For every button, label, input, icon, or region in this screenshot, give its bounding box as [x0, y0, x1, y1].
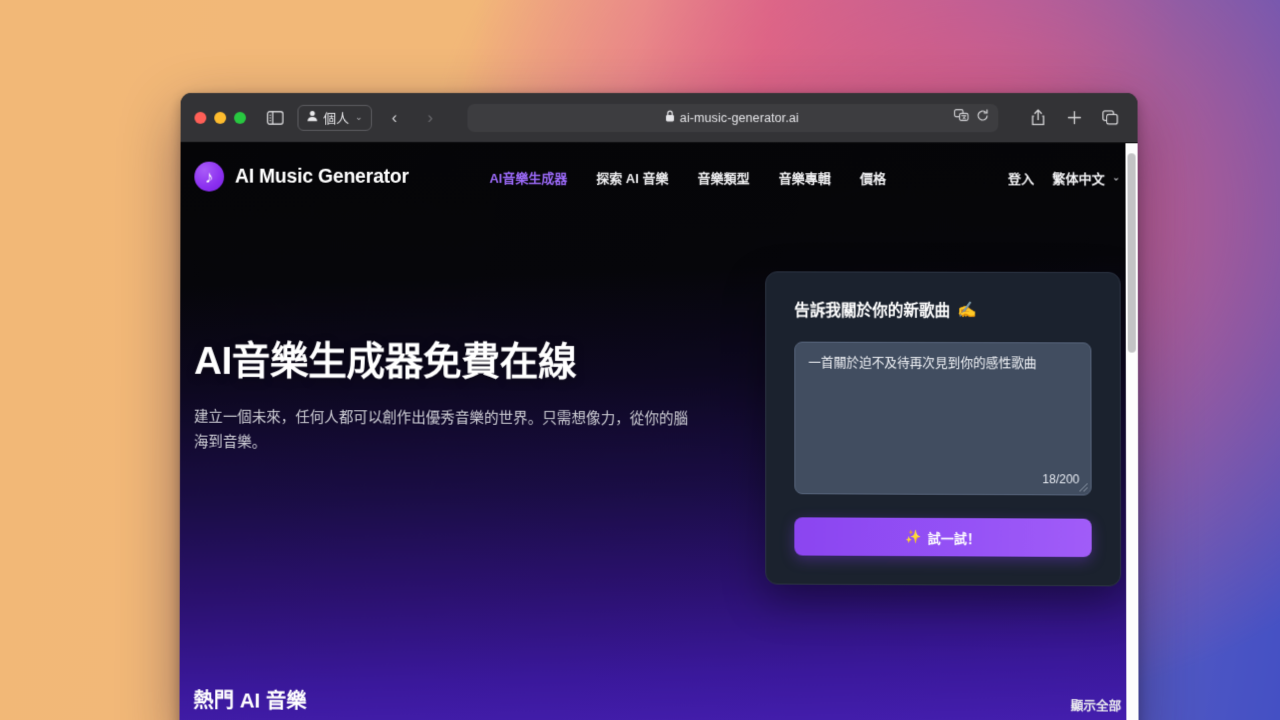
brand-logo[interactable]: ♪ AI Music Generator: [194, 162, 409, 192]
window-controls: [194, 111, 246, 123]
music-note-icon: ♪: [194, 162, 224, 192]
translate-icon[interactable]: [954, 109, 969, 127]
lock-icon: [665, 109, 675, 127]
nav-item-genres[interactable]: 音樂類型: [697, 168, 749, 187]
share-icon[interactable]: [1024, 106, 1050, 130]
sparkles-icon: ✨: [905, 529, 921, 545]
hero-copy: AI音樂生成器免費在線 建立一個未來，任何人都可以創作出優秀音樂的世界。只需想像…: [194, 270, 712, 584]
profile-switcher-button[interactable]: 個人 ⌄: [297, 104, 371, 130]
reload-icon[interactable]: [976, 109, 989, 127]
back-button[interactable]: ‹: [381, 104, 407, 130]
nav-item-explore[interactable]: 探索 AI 音樂: [596, 167, 668, 186]
url-text: ai-music-generator.ai: [680, 111, 799, 125]
scrollbar-thumb[interactable]: [1128, 153, 1136, 352]
language-switcher[interactable]: 繁体中文 ⌄: [1052, 168, 1120, 187]
maximize-window-button[interactable]: [234, 111, 246, 123]
browser-titlebar: 個人 ⌄ ‹ › ai-music-generator.ai: [181, 93, 1138, 143]
browser-window: 個人 ⌄ ‹ › ai-music-generator.ai ♪ AI Musi…: [179, 93, 1138, 720]
popular-section: 熱門 AI 音樂 顯示全部: [179, 665, 1138, 720]
plus-icon[interactable]: [1061, 106, 1087, 130]
show-all-link[interactable]: 顯示全部: [1071, 695, 1122, 715]
card-title: 告訴我關於你的新歌曲 ✍️: [794, 298, 1091, 321]
header-actions: 登入 繁体中文 ⌄: [1008, 168, 1120, 187]
writing-hand-icon: ✍️: [957, 300, 976, 319]
person-icon: [306, 110, 318, 125]
char-counter: 18/200: [1042, 472, 1079, 486]
page-viewport: ♪ AI Music Generator AI音樂生成器 探索 AI 音樂 音樂…: [179, 143, 1138, 720]
nav-item-albums[interactable]: 音樂專輯: [779, 168, 831, 187]
page-scrollbar[interactable]: [1125, 143, 1138, 720]
resize-handle-icon[interactable]: [1077, 481, 1088, 492]
site-header: ♪ AI Music Generator AI音樂生成器 探索 AI 音樂 音樂…: [180, 143, 1137, 212]
hero-section: AI音樂生成器免費在線 建立一個未來，任何人都可以創作出優秀音樂的世界。只需想像…: [180, 210, 1139, 586]
nav-item-pricing[interactable]: 價格: [860, 168, 886, 187]
minimize-window-button[interactable]: [214, 111, 226, 123]
generator-card: 告訴我關於你的新歌曲 ✍️ 一首關於迫不及待再次見到你的感性歌曲 18/200 …: [765, 271, 1121, 586]
popular-section-title: 熱門 AI 音樂: [193, 683, 306, 714]
close-window-button[interactable]: [194, 111, 206, 123]
nav-item-generator[interactable]: AI音樂生成器: [489, 167, 567, 186]
brand-name: AI Music Generator: [235, 165, 409, 188]
sidebar-toggle-icon[interactable]: [262, 105, 288, 129]
prompt-input[interactable]: 一首關於迫不及待再次見到你的感性歌曲 18/200: [794, 342, 1091, 496]
address-bar-actions: [954, 104, 989, 132]
page-title: AI音樂生成器免費在線: [194, 340, 712, 385]
generate-button-label: 試一試！: [928, 527, 980, 546]
prompt-value: 一首關於迫不及待再次見到你的感性歌曲: [808, 354, 1077, 374]
login-button[interactable]: 登入: [1008, 168, 1034, 187]
chevron-down-icon: ⌄: [1112, 172, 1120, 183]
generate-button[interactable]: ✨ 試一試！: [794, 517, 1091, 557]
card-title-text: 告訴我關於你的新歌曲: [794, 298, 950, 320]
forward-button[interactable]: ›: [417, 104, 443, 130]
address-bar[interactable]: ai-music-generator.ai: [467, 103, 998, 131]
tabs-icon[interactable]: [1097, 106, 1123, 130]
hero-subtitle: 建立一個未來，任何人都可以創作出優秀音樂的世界。只需想像力，從你的腦海到音樂。: [194, 405, 697, 457]
main-nav: AI音樂生成器 探索 AI 音樂 音樂類型 音樂專輯 價格: [489, 167, 886, 186]
profile-label: 個人: [323, 108, 349, 127]
address-content: ai-music-generator.ai: [665, 109, 799, 127]
browser-toolbar-actions: [1024, 106, 1123, 130]
chevron-down-icon: ⌄: [355, 112, 363, 123]
language-label: 繁体中文: [1052, 168, 1105, 187]
